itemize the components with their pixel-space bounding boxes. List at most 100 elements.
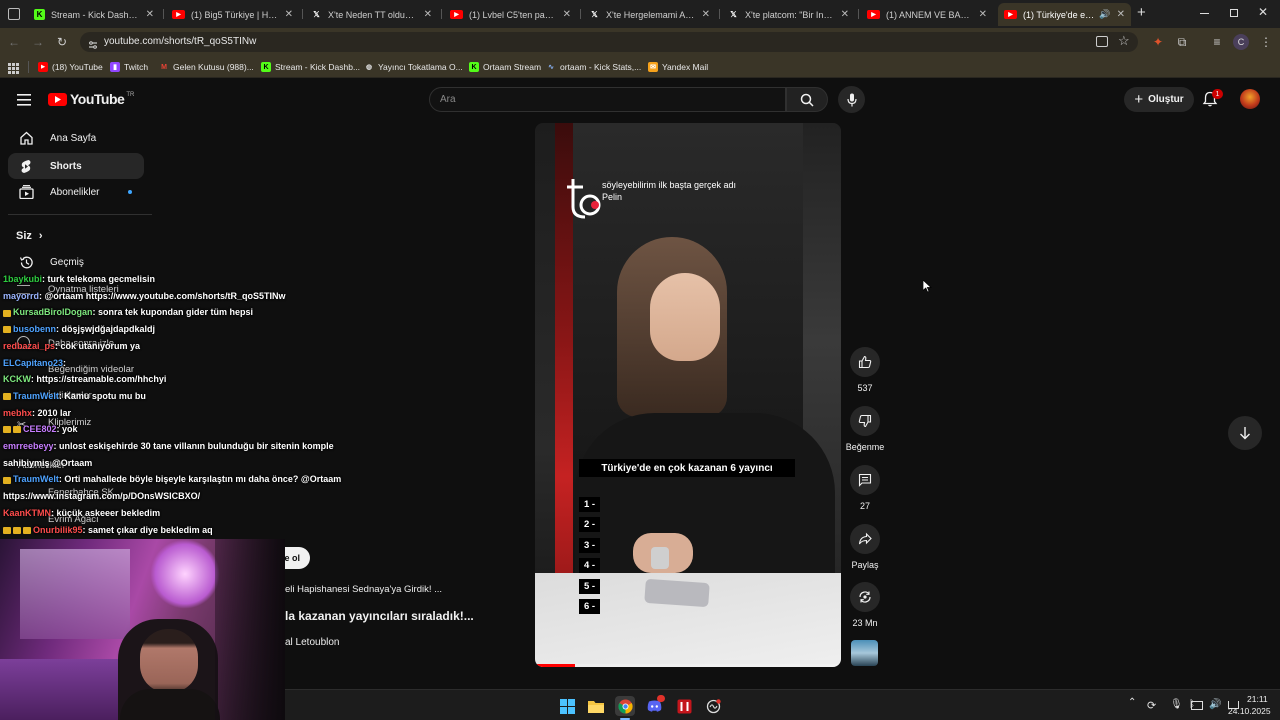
menu-kebab-icon[interactable]: ⋮ [1258,34,1274,50]
tab-close-icon[interactable]: ✕ [841,9,849,20]
chat-username[interactable]: ELCapitano23 [3,358,63,368]
clock-date[interactable]: 24.10.2025 [1228,706,1271,716]
chat-username[interactable]: TraumWelt [13,474,59,484]
dislike-button[interactable]: Beğenme [843,406,887,452]
tray-monitor-icon[interactable] [1191,701,1203,710]
section-you-heading[interactable]: Siz › [16,230,43,242]
webcam-streamer-head [140,629,198,693]
obs-red-app-icon[interactable] [674,696,694,716]
tab-close-icon[interactable]: ✕ [424,9,432,20]
bookmark-item[interactable]: K Stream - Kick Dashb... [261,60,360,74]
account-avatar[interactable] [1240,89,1260,109]
tab-close-icon[interactable]: ✕ [979,9,987,20]
browser-tab-3[interactable]: 𝕏 X'te Neden TT oldu?: "Rap ✕ [305,3,438,26]
tab-close-icon[interactable]: ✕ [285,9,293,20]
tab-close-icon[interactable]: ✕ [563,9,571,20]
comment-count: 27 [859,501,870,511]
browser-tab-8[interactable]: ▶ (1) Türkiye'de en fazla🔊 ✕ [998,3,1131,26]
browser-tab-2[interactable]: ▶ (1) Big5 Türkiye | Hazırlık ✕ [166,3,299,26]
search-input[interactable]: Ara [429,87,786,112]
chat-username[interactable]: emrreebeyy [3,441,54,451]
new-tab-button[interactable]: + [1137,4,1146,21]
extension-red-icon[interactable]: ✦ [1150,34,1166,50]
bookmark-item[interactable]: ◍ Yayıncı Tokatlama O... [364,60,463,74]
hamburger-menu-icon[interactable] [17,93,31,106]
back-button[interactable]: ← [6,34,22,50]
youtube-logo[interactable]: YouTube TR [48,91,134,107]
tab-close-icon[interactable]: ✕ [702,9,710,20]
chat-username[interactable]: 1baykubi [3,274,42,284]
chat-username[interactable]: CEE802 [23,424,57,434]
browser-tab-7[interactable]: ▶ (1) ANNEM VE BABAMLA ✕ [861,3,993,26]
profile-avatar[interactable]: C [1233,34,1249,50]
tray-microphone-icon[interactable]: 🎙 [1170,699,1183,710]
chat-username[interactable]: KaanKTMN [3,508,51,518]
video-progress-track[interactable] [535,664,841,667]
bookmark-star-icon[interactable]: ☆ [1118,33,1130,49]
chat-username[interactable]: TraumWelt [13,391,59,401]
browser-tab-5[interactable]: 𝕏 X'te Hergelemami Arşiv: " ✕ [583,3,716,26]
search-button[interactable] [786,87,828,112]
sidebar-item-history[interactable]: Geçmiş [8,249,144,275]
browser-tab-4[interactable]: ▶ (1) Lvbel C5'ten parasız ev ✕ [444,3,577,26]
chat-username[interactable]: redbazai_ps [3,341,55,351]
chat-username[interactable]: busobenn [13,324,56,334]
media-control-icon[interactable]: ≡ [1209,34,1225,50]
bookmark-item[interactable]: ▮ Twitch [110,60,148,74]
chat-username[interactable]: KursadBirolDogan [13,307,93,317]
voice-search-button[interactable] [838,86,865,113]
sound-thumbnail[interactable] [851,640,878,666]
partial-video-title-1[interactable]: eli Hapishanesi Sednaya'ya Girdik! ... [285,584,442,595]
chat-text: : yok [56,424,78,435]
tray-overflow-icon[interactable]: ⌃ [1128,697,1136,708]
share-button[interactable]: Paylaş [843,524,887,570]
restore-button[interactable] [1230,9,1238,17]
chrome-icon[interactable] [615,696,635,716]
comments-button[interactable]: 27 [843,465,887,511]
extensions-icon[interactable]: ⧉ [1174,34,1190,50]
apps-grid-icon[interactable] [8,61,19,74]
partial-channel-name[interactable]: al Letoublon [285,637,340,648]
minimize-button[interactable] [1200,13,1209,14]
chat-username[interactable]: Onurbilik95 [33,525,83,535]
chat-text: https://www.instagram.com/p/DOnsWSICBXO/ [3,491,201,502]
tab-close-icon[interactable]: ✕ [146,9,154,20]
bookmark-item[interactable]: K Ortaam Stream [469,60,541,74]
browser-tab-6[interactable]: 𝕏 X'te platcom: "Bir Instagr ✕ [722,3,855,26]
start-windows-icon[interactable] [557,696,577,716]
reload-button[interactable]: ↻ [54,34,70,50]
tray-volume-icon[interactable]: 🔊 [1209,699,1221,710]
bookmark-item[interactable]: ∿ ortaam - Kick Stats,... [546,60,641,74]
chat-username[interactable]: KCKW [3,374,31,384]
bookmark-item[interactable]: M Gelen Kutusu (988)... [159,60,254,74]
tab-search-icon[interactable] [8,8,20,20]
bookmark-item[interactable]: ▶ (18) YouTube [38,60,103,74]
install-app-icon[interactable] [1096,36,1108,47]
stats-app-icon[interactable] [703,696,723,716]
chat-username[interactable]: mebhx [3,408,32,418]
tab-close-icon[interactable]: ✕ [1117,9,1125,20]
browser-tab-1[interactable]: K Stream - Kick Dashboard ✕ [28,3,160,26]
site-info-icon[interactable] [88,37,98,49]
create-button[interactable]: + Oluştur [1124,87,1194,112]
sidebar-item-home[interactable]: Ana Sayfa [8,125,144,151]
partial-video-title-2[interactable]: la kazanan yayıncıları sıraladık!... [285,609,474,623]
tab-audio-icon[interactable]: 🔊 [1099,9,1110,20]
stats-icon: ∿ [548,64,554,71]
remix-button[interactable]: 23 Mn [843,582,887,628]
bookmark-label: ortaam - Kick Stats,... [560,62,642,72]
clock-time[interactable]: 21:11 [1247,694,1268,704]
close-window-button[interactable]: ✕ [1258,5,1268,19]
shorts-video-player[interactable]: söyleyebilirim ilk başta gerçek adı Peli… [535,123,841,667]
next-short-button[interactable] [1228,416,1262,450]
file-explorer-icon[interactable] [586,696,606,716]
forward-button[interactable]: → [30,34,46,50]
like-button[interactable]: 537 [843,347,887,393]
bookmark-item[interactable]: ✉ Yandex Mail [648,60,708,74]
chat-username[interactable]: mayorrd [3,291,39,301]
sidebar-item-shorts[interactable]: Shorts [8,153,144,179]
country-code: TR [126,92,135,98]
tray-sync-icon[interactable]: ⟳ [1147,699,1156,712]
sidebar-item-subscriptions[interactable]: Abonelikler [8,179,144,205]
address-bar[interactable]: youtube.com/shorts/tR_qoS5TINw ☆ [80,32,1138,52]
